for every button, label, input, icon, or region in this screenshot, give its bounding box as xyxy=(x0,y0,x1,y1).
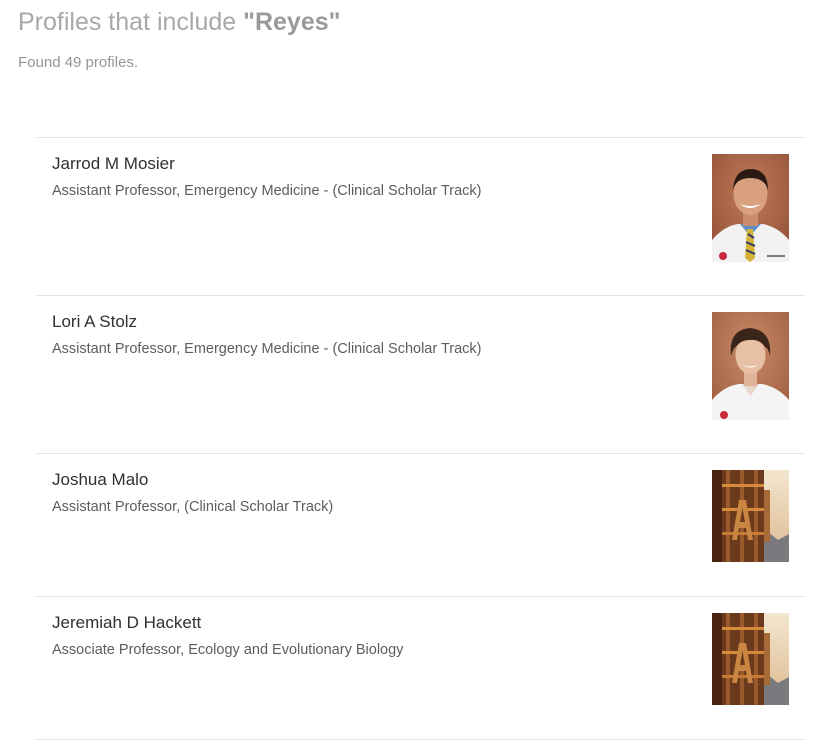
profile-title: Assistant Professor, (Clinical Scholar T… xyxy=(52,499,334,515)
profile-title: Assistant Professor, Emergency Medicine … xyxy=(52,183,482,199)
profile-result: Lori A Stolz Assistant Professor, Emerge… xyxy=(36,295,805,453)
page-title-prefix: Profiles that include xyxy=(18,8,244,36)
profile-result: Jarrod M Mosier Assistant Professor, Eme… xyxy=(36,137,805,295)
profile-photo[interactable] xyxy=(712,613,789,705)
profile-photo[interactable] xyxy=(712,312,789,420)
profile-name-link[interactable]: Jarrod M Mosier xyxy=(52,154,175,174)
page-title: Profiles that include "Reyes" xyxy=(18,8,341,37)
profile-name-link[interactable]: Joshua Malo xyxy=(52,470,148,490)
profile-photo[interactable] xyxy=(712,154,789,262)
profile-result: Jeremiah D Hackett Associate Professor, … xyxy=(36,596,805,739)
search-query: "Reyes" xyxy=(243,8,341,36)
profile-result: Joshua Malo Assistant Professor, (Clinic… xyxy=(36,453,805,596)
profile-photo[interactable] xyxy=(712,470,789,562)
profile-title: Associate Professor, Ecology and Evoluti… xyxy=(52,642,404,658)
profile-name-link[interactable]: Jeremiah D Hackett xyxy=(52,613,201,633)
results-count: Found 49 profiles. xyxy=(18,54,139,71)
profile-search-page: Profiles that include "Reyes" Found 49 p… xyxy=(0,0,830,750)
results-list: Jarrod M Mosier Assistant Professor, Eme… xyxy=(36,137,805,740)
profile-name-link[interactable]: Lori A Stolz xyxy=(52,312,137,332)
results-end-divider xyxy=(36,739,805,740)
profile-title: Assistant Professor, Emergency Medicine … xyxy=(52,341,482,357)
